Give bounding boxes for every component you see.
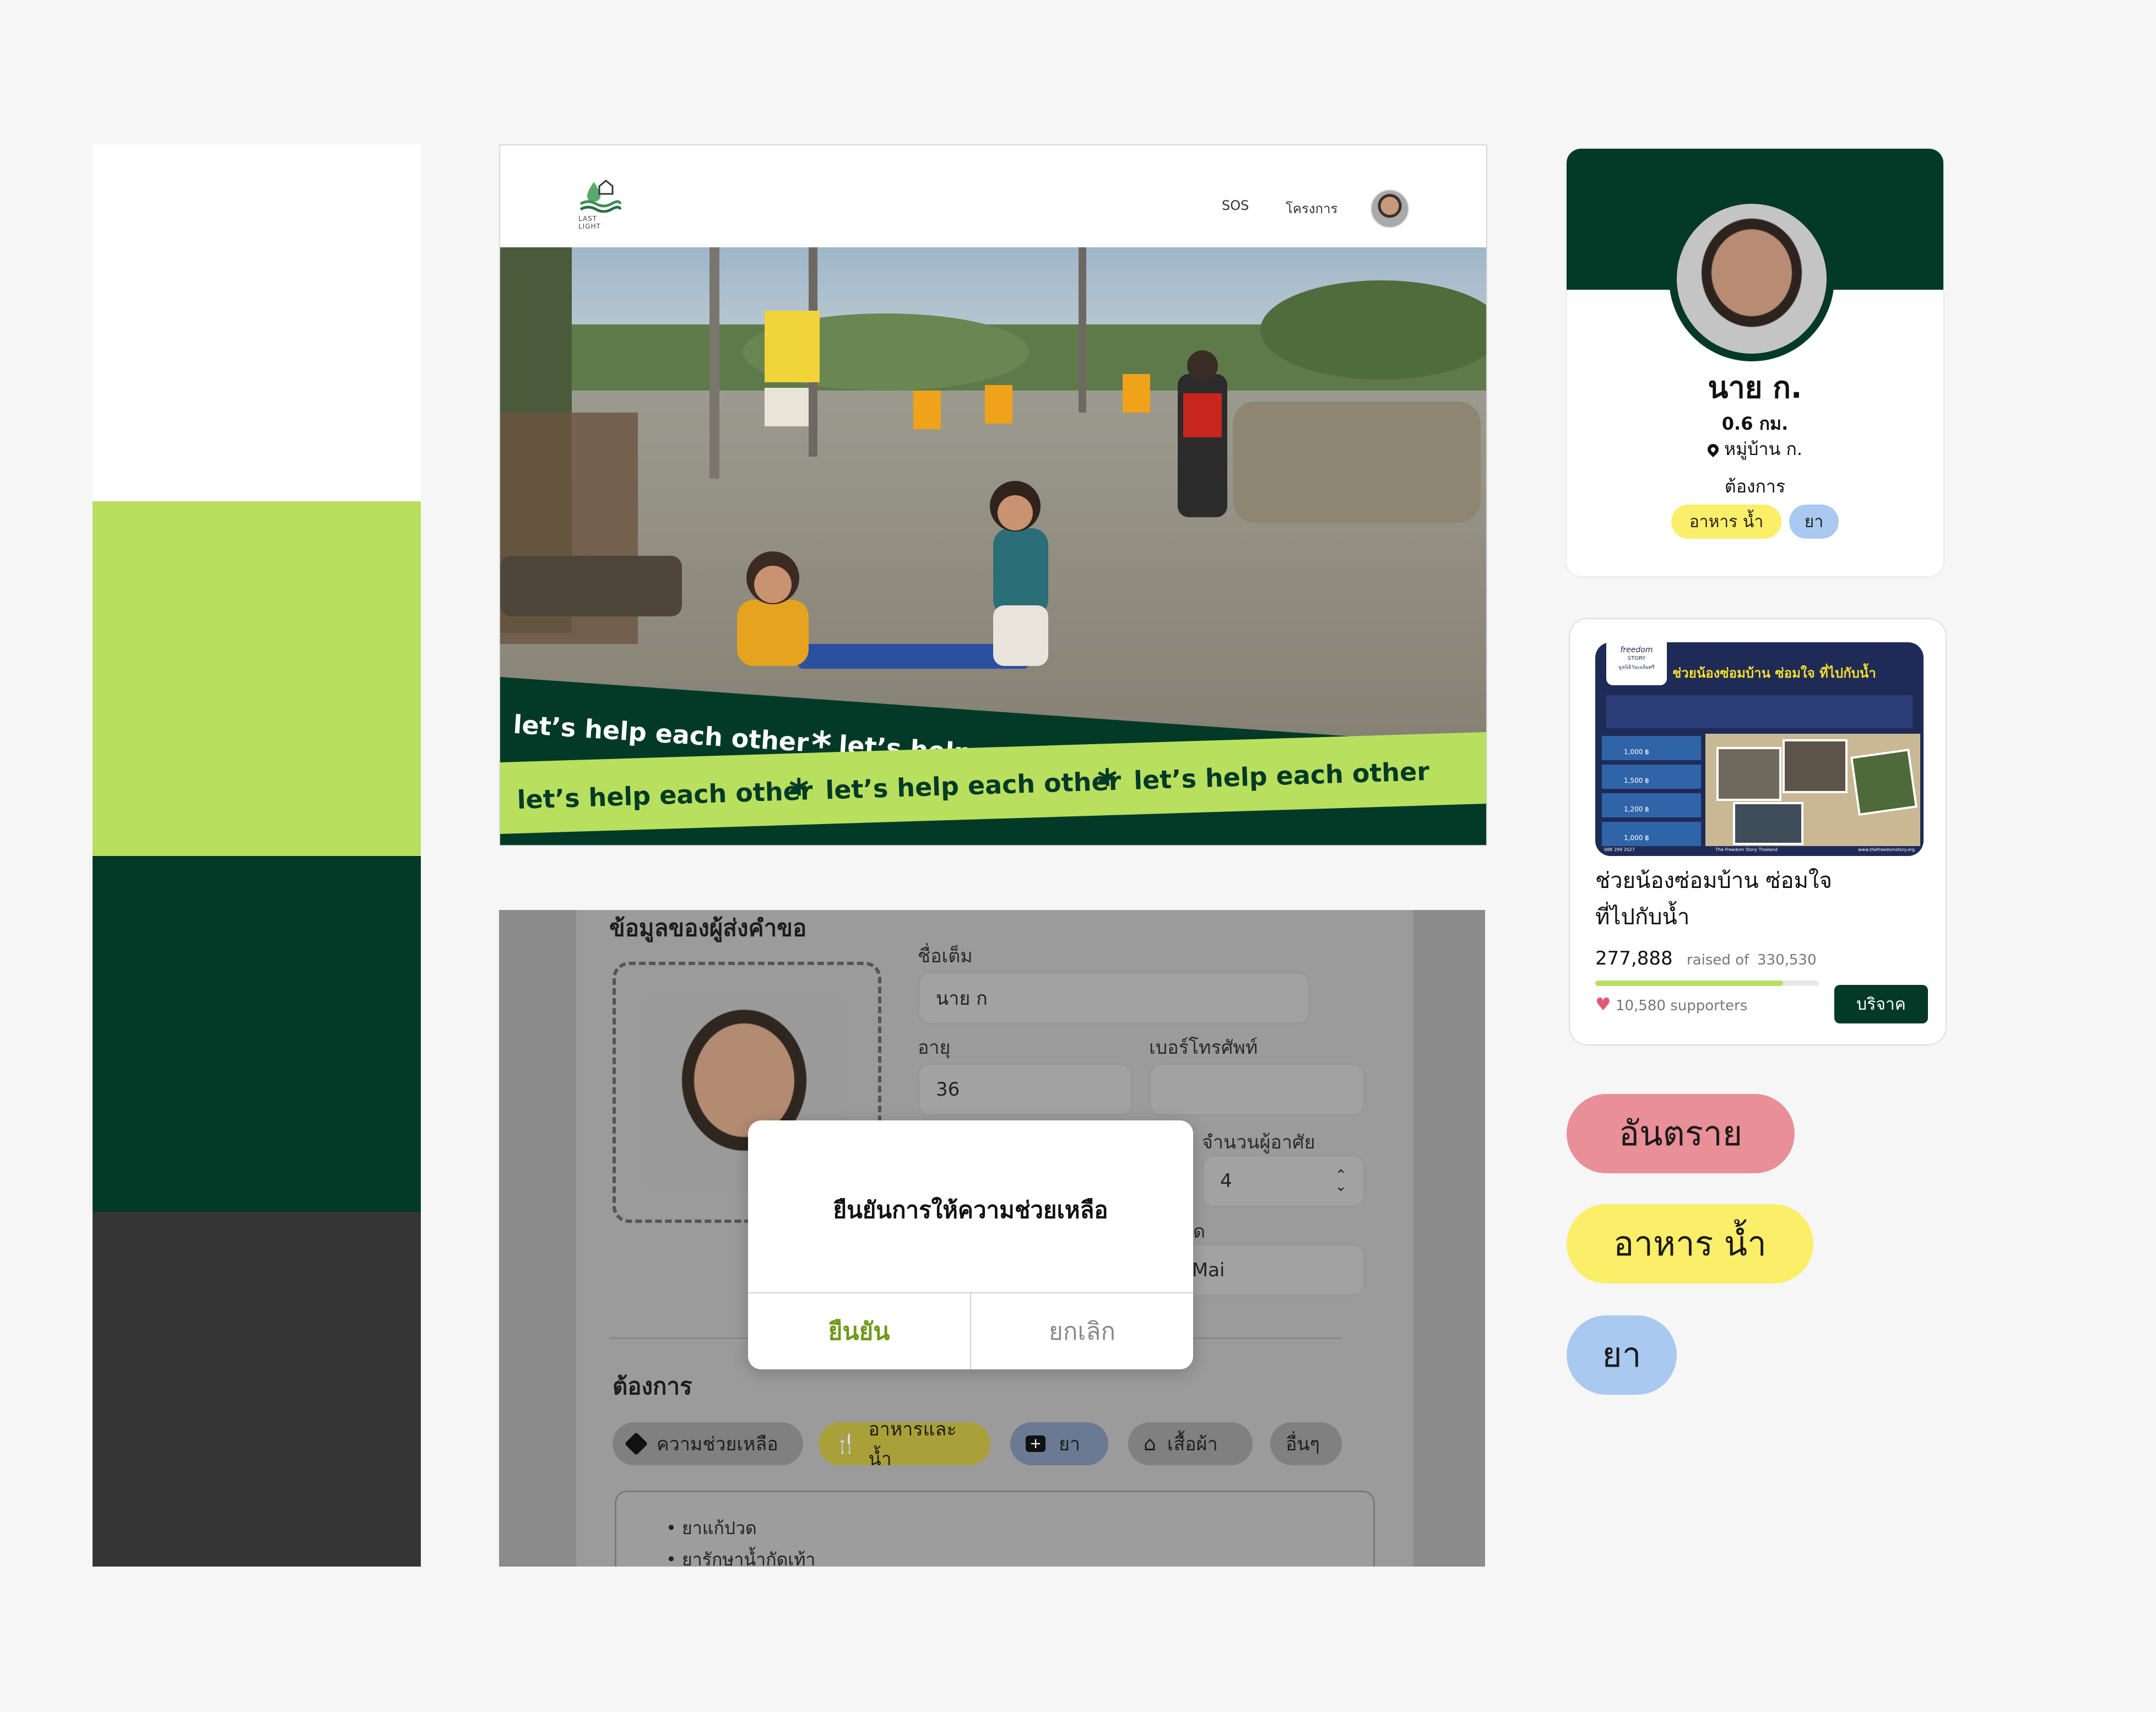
need-chip-label: ยา <box>1059 1433 1081 1455</box>
residents-label: จำนวนผู้อาศัย <box>1202 1131 1315 1153</box>
raised-amount: 277,888 <box>1595 947 1673 969</box>
fullname-label: ชื่อเต็ม <box>918 945 973 967</box>
nav-projects-link[interactable]: โครงการ <box>1286 198 1337 219</box>
dialog-cancel-button[interactable]: ยกเลิก <box>971 1293 1193 1369</box>
poster-footer-left: 088 299 2027 <box>1604 847 1635 852</box>
profile-location-row: หมู่บ้าน ก. <box>1567 435 1943 463</box>
profile-distance: 0.6 กม. <box>1721 413 1789 434</box>
banner-lime-star-1: * <box>788 770 810 816</box>
need-chip-label: อื่นๆ <box>1286 1433 1320 1455</box>
age-label: อายุ <box>918 1037 951 1059</box>
residents-stepper[interactable]: 4 ⌃ ⌄ <box>1202 1155 1365 1207</box>
donation-card[interactable]: freedom STORY มูลนิธิวันเฉลิมศรี ช่วยน้อ… <box>1569 618 1947 1045</box>
flood-scene-illustration: let’s help each other * let’s help each … <box>500 247 1486 845</box>
supporters-row: ♥ 10,580 supporters <box>1595 994 1747 1015</box>
note-item: • ยาแก้ปวด <box>666 1518 757 1538</box>
landing-page-mockup: LAST LIGHT SOS โครงการ let’s help each o… <box>499 144 1487 846</box>
profile-need-medicine: ยา <box>1789 505 1839 539</box>
swatch-charcoal <box>93 1212 421 1567</box>
heart-icon: ♥ <box>1595 994 1611 1015</box>
need-chip-label: ความช่วยเหลือ <box>657 1433 778 1455</box>
stepper-arrows-icon[interactable]: ⌃ ⌄ <box>1335 1168 1347 1194</box>
profile-needs-label: ต้องการ <box>1724 476 1786 497</box>
fork-knife-icon: 🍴 <box>834 1433 858 1455</box>
swatch-lime <box>93 501 421 856</box>
hero-image: let’s help each other * let’s help each … <box>500 247 1486 845</box>
profile-card[interactable]: นาย ก. 0.6 กม. หมู่บ้าน ก. ต้องการ อาหาร… <box>1567 149 1943 576</box>
need-chip-help[interactable]: ความช่วยเหลือ <box>613 1422 803 1465</box>
progress-track <box>1595 980 1819 986</box>
dialog-title: ยืนยันการให้ความช่วยเหลือ <box>833 1196 1108 1223</box>
poster-brand-top: freedom <box>1620 646 1653 654</box>
residents-value: 4 <box>1220 1170 1232 1192</box>
poster-amount-4: 1,000 ฿ <box>1602 822 1701 846</box>
campaign-title-line2: ที่ไปกับน้ำ <box>1595 904 1690 930</box>
poster-brand-box: freedom STORY มูลนิธิวันเฉลิมศรี <box>1606 642 1667 685</box>
logo[interactable]: LAST LIGHT <box>577 180 622 230</box>
campaign-poster: freedom STORY มูลนิธิวันเฉลิมศรี ช่วยน้อ… <box>1595 642 1924 856</box>
poster-brand-sub: STORY <box>1627 655 1646 662</box>
poster-text-block <box>1606 695 1913 728</box>
swatch-dark-green <box>93 856 421 1212</box>
needs-title: ต้องการ <box>613 1373 692 1400</box>
need-chip-label: อาหารและน้ำ <box>868 1418 957 1470</box>
province-label: ด <box>1193 1221 1206 1243</box>
swatch-white <box>93 144 421 501</box>
poster-amount-2: 1,500 ฿ <box>1602 765 1701 789</box>
confirm-dialog: ยืนยันการให้ความช่วยเหลือ ยืนยัน ยกเลิก <box>748 1120 1193 1369</box>
need-chip-clothes[interactable]: ⌂ เสื้อผ้า <box>1128 1422 1253 1465</box>
campaign-title-line1: ช่วยน้องซ่อมบ้าน ซ่อมใจ <box>1595 868 1832 893</box>
hanger-icon: ⌂ <box>1144 1432 1156 1455</box>
note-item: • ยารักษาน้ำกัดเท้า <box>666 1549 816 1567</box>
profile-name: นาย ก. <box>1708 370 1802 405</box>
donate-button[interactable]: บริจาค <box>1834 985 1928 1023</box>
progress-fill <box>1595 980 1784 986</box>
need-chip-medicine[interactable]: + ยา <box>1010 1422 1108 1465</box>
poster-footer-right: www.thefreedomstory.org <box>1858 847 1915 852</box>
supporters-count: 10,580 supporters <box>1615 998 1748 1014</box>
location-pin-icon <box>1705 441 1721 458</box>
banner-lime-star-2: * <box>1097 761 1118 806</box>
nav-sos-link[interactable]: SOS <box>1222 198 1249 213</box>
raised-of-label: raised of <box>1687 952 1749 968</box>
poster-photo-2 <box>1783 739 1848 793</box>
poster-footer: 088 299 2027 The Freedom Story Thailand … <box>1595 847 1924 856</box>
need-chip-label: เสื้อผ้า <box>1167 1433 1218 1455</box>
dialog-confirm-button[interactable]: ยืนยัน <box>748 1293 970 1369</box>
notes-textarea[interactable]: • ยาแก้ปวด • ยารักษาน้ำกัดเท้า <box>615 1491 1375 1567</box>
tag-danger: อันตราย <box>1567 1094 1795 1173</box>
logo-text: LAST LIGHT <box>578 215 601 230</box>
poster-amount-3: 1,200 ฿ <box>1602 793 1701 817</box>
user-avatar[interactable] <box>1370 189 1409 228</box>
warning-diamond-icon <box>624 1432 648 1456</box>
profile-avatar-photo <box>1677 204 1827 354</box>
request-form-mockup: ข้อมูลของผู้ส่งคำขอ ชื่อเต็ม นาย ก อายุ … <box>499 910 1485 1567</box>
phone-input[interactable] <box>1149 1063 1365 1116</box>
poster-photo-3 <box>1850 749 1917 816</box>
need-chip-food-water[interactable]: 🍴 อาหารและน้ำ <box>819 1418 990 1470</box>
medkit-icon: + <box>1026 1435 1046 1452</box>
need-chip-other[interactable]: อื่นๆ <box>1270 1422 1342 1465</box>
tag-medicine: ยา <box>1567 1315 1677 1395</box>
fullname-input[interactable]: นาย ก <box>918 972 1310 1025</box>
section-title: ข้อมูลของผู้ส่งคำขอ <box>609 914 807 941</box>
profile-avatar <box>1669 196 1834 361</box>
logo-mark-icon <box>579 180 622 213</box>
top-nav: LAST LIGHT SOS โครงการ <box>500 145 1486 247</box>
phone-label: เบอร์โทรศัพท์ <box>1149 1037 1258 1059</box>
poster-footer-mid: The Freedom Story Thailand <box>1715 847 1778 852</box>
profile-location: หมู่บ้าน ก. <box>1724 438 1803 459</box>
poster-photo-4 <box>1733 802 1803 845</box>
goal-amount: 330,530 <box>1757 952 1817 968</box>
poster-amount-1: 1,000 ฿ <box>1602 736 1701 760</box>
poster-photo-1 <box>1716 747 1781 801</box>
tag-food-water: อาหาร น้ำ <box>1567 1204 1813 1283</box>
poster-foundation: มูลนิธิวันเฉลิมศรี <box>1618 665 1655 670</box>
age-input[interactable]: 36 <box>918 1063 1133 1116</box>
poster-headline: ช่วยน้องซ่อมบ้าน ซ่อมใจ ที่ไปกับน้ำ <box>1672 665 1876 681</box>
profile-need-food: อาหาร น้ำ <box>1671 505 1781 539</box>
